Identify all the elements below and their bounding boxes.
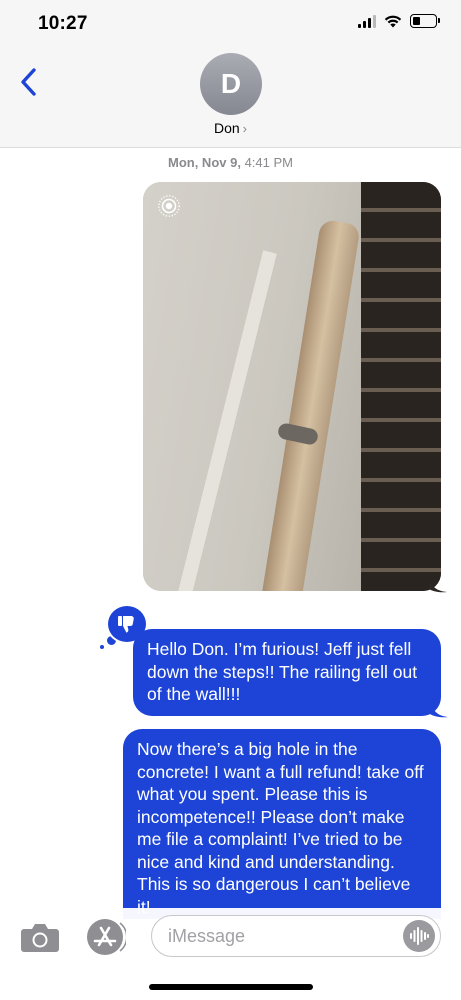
chevron-right-icon: › (242, 121, 248, 136)
audio-message-button[interactable] (403, 920, 435, 952)
conversation-header: 10:27 D Don › (0, 0, 461, 148)
timestamp-day: Mon, Nov 9, (168, 155, 241, 170)
audio-waveform-icon (410, 927, 429, 945)
contact-name-button[interactable]: Don › (0, 120, 461, 136)
timestamp-time: 4:41 PM (244, 155, 293, 170)
message-input[interactable]: iMessage (151, 915, 441, 957)
wifi-icon (384, 15, 402, 27)
home-indicator[interactable] (149, 984, 313, 990)
message-input-placeholder: iMessage (168, 926, 246, 946)
signal-icon (358, 14, 376, 28)
photo-stairs (361, 182, 441, 591)
message-timestamp: Mon, Nov 9, 4:41 PM (0, 155, 461, 170)
message-text: Now there’s a big hole in the concrete! … (137, 739, 424, 917)
chevron-left-icon (21, 68, 36, 96)
photo-message[interactable] (143, 182, 441, 591)
tapback-dot-small (100, 645, 104, 649)
bubble-tail (430, 700, 448, 718)
back-button[interactable] (14, 62, 46, 102)
message-text: Hello Don. I’m furious! Jeff just fell d… (147, 639, 418, 704)
camera-icon[interactable] (20, 921, 60, 953)
status-icons (358, 14, 440, 28)
app-store-icon[interactable] (86, 918, 126, 956)
contact-avatar[interactable]: D (200, 53, 262, 115)
message-bubble[interactable]: Hello Don. I’m furious! Jeff just fell d… (133, 629, 441, 716)
battery-icon (410, 14, 440, 28)
message-bubble[interactable]: Now there’s a big hole in the concrete! … (123, 729, 441, 919)
contact-name: Don (213, 120, 240, 136)
thumbs-down-icon (118, 616, 134, 633)
live-photo-icon[interactable] (157, 194, 181, 218)
status-time: 10:27 (38, 13, 88, 34)
bubble-tail (429, 577, 447, 593)
avatar-initial: D (220, 68, 242, 99)
